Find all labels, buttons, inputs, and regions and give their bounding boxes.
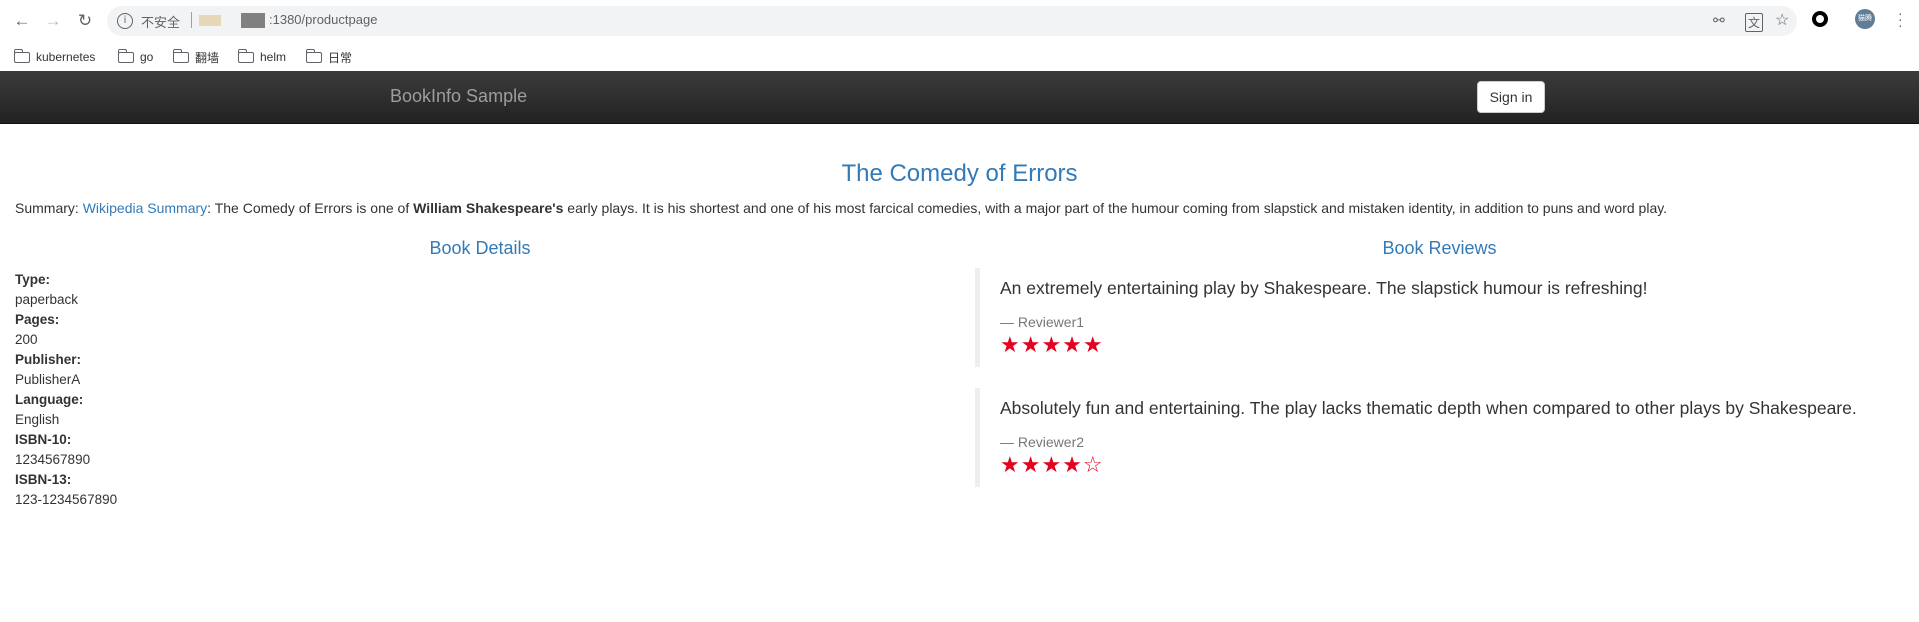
type-value: paperback: [15, 292, 79, 307]
translate-icon[interactable]: 文: [1745, 13, 1764, 32]
profile-avatar[interactable]: 猫腾: [1855, 9, 1875, 29]
book-reviews-heading: Book Reviews: [1382, 238, 1497, 258]
review-text: An extremely entertaining play by Shakes…: [1000, 278, 1648, 298]
folder-icon: [237, 48, 254, 63]
pages-value: 200: [15, 332, 38, 347]
key-icon[interactable]: ⚯: [1713, 12, 1725, 29]
insecure-label: 不安全: [141, 15, 181, 30]
sign-in-button[interactable]: Sign in: [1477, 81, 1545, 113]
star-bookmark-icon[interactable]: ☆: [1775, 10, 1789, 30]
reviewer-name: — Reviewer2: [1000, 434, 1085, 450]
back-icon[interactable]: ←: [11, 10, 33, 32]
isbn10-value: 1234567890: [15, 452, 91, 467]
bookmark-folder[interactable]: kubernetes: [13, 47, 95, 67]
bookmark-folder[interactable]: go: [117, 47, 153, 67]
star-rating: ★★★★★: [1000, 333, 1104, 358]
language-value: English: [15, 412, 60, 427]
publisher-label: Publisher:: [15, 352, 82, 367]
isbn13-label: ISBN-13:: [15, 472, 72, 487]
book-details: Type: paperback Pages: 200 Publisher: Pu…: [15, 270, 117, 510]
redacted-host: [199, 15, 221, 26]
app-navbar: BookInfo Sample Sign in: [0, 71, 1919, 124]
url-divider: [191, 12, 192, 28]
forward-icon[interactable]: →: [42, 10, 64, 32]
bookmark-folder[interactable]: helm: [237, 47, 286, 67]
folder-icon: [305, 48, 322, 63]
publisher-value: PublisherA: [15, 372, 81, 387]
bookmark-folder[interactable]: 日常: [305, 47, 352, 67]
folder-icon: [117, 48, 134, 63]
redacted-host: [241, 13, 265, 28]
pages-label: Pages:: [15, 312, 60, 327]
folder-icon: [172, 48, 189, 63]
isbn13-value: 123-1234567890: [15, 492, 118, 507]
bookmarks-bar: kubernetes go 翻墙 helm 日常: [0, 42, 1919, 72]
folder-icon: [13, 48, 30, 63]
book-details-heading: Book Details: [429, 238, 531, 258]
review-block: Absolutely fun and entertaining. The pla…: [975, 388, 1910, 487]
info-icon[interactable]: i: [117, 13, 133, 29]
type-label: Type:: [15, 272, 51, 287]
browser-toolbar: ← → ↻ i 不安全 :1380/productpage ⚯ 文 ☆ 猫腾 ·…: [0, 0, 1919, 42]
isbn10-label: ISBN-10:: [15, 432, 72, 447]
menu-icon[interactable]: · · ·: [1898, 6, 1903, 32]
bookmark-folder[interactable]: 翻墙: [172, 47, 219, 67]
address-bar[interactable]: i 不安全 :1380/productpage ⚯ 文 ☆: [107, 6, 1797, 36]
extension-icon[interactable]: [1812, 11, 1828, 27]
page-title: The Comedy of Errors: [841, 160, 1078, 187]
language-label: Language:: [15, 392, 84, 407]
star-rating: ★★★★☆: [1000, 453, 1104, 478]
reload-icon[interactable]: ↻: [74, 10, 96, 32]
review-text: Absolutely fun and entertaining. The pla…: [1000, 398, 1857, 418]
product-summary: Summary: Wikipedia Summary: The Comedy o…: [15, 200, 1668, 216]
navbar-brand[interactable]: BookInfo Sample: [390, 86, 527, 107]
wikipedia-link[interactable]: Wikipedia Summary: [83, 200, 207, 216]
reviewer-name: — Reviewer1: [1000, 314, 1085, 330]
review-block: An extremely entertaining play by Shakes…: [975, 268, 1910, 367]
url-text[interactable]: :1380/productpage: [269, 12, 377, 27]
